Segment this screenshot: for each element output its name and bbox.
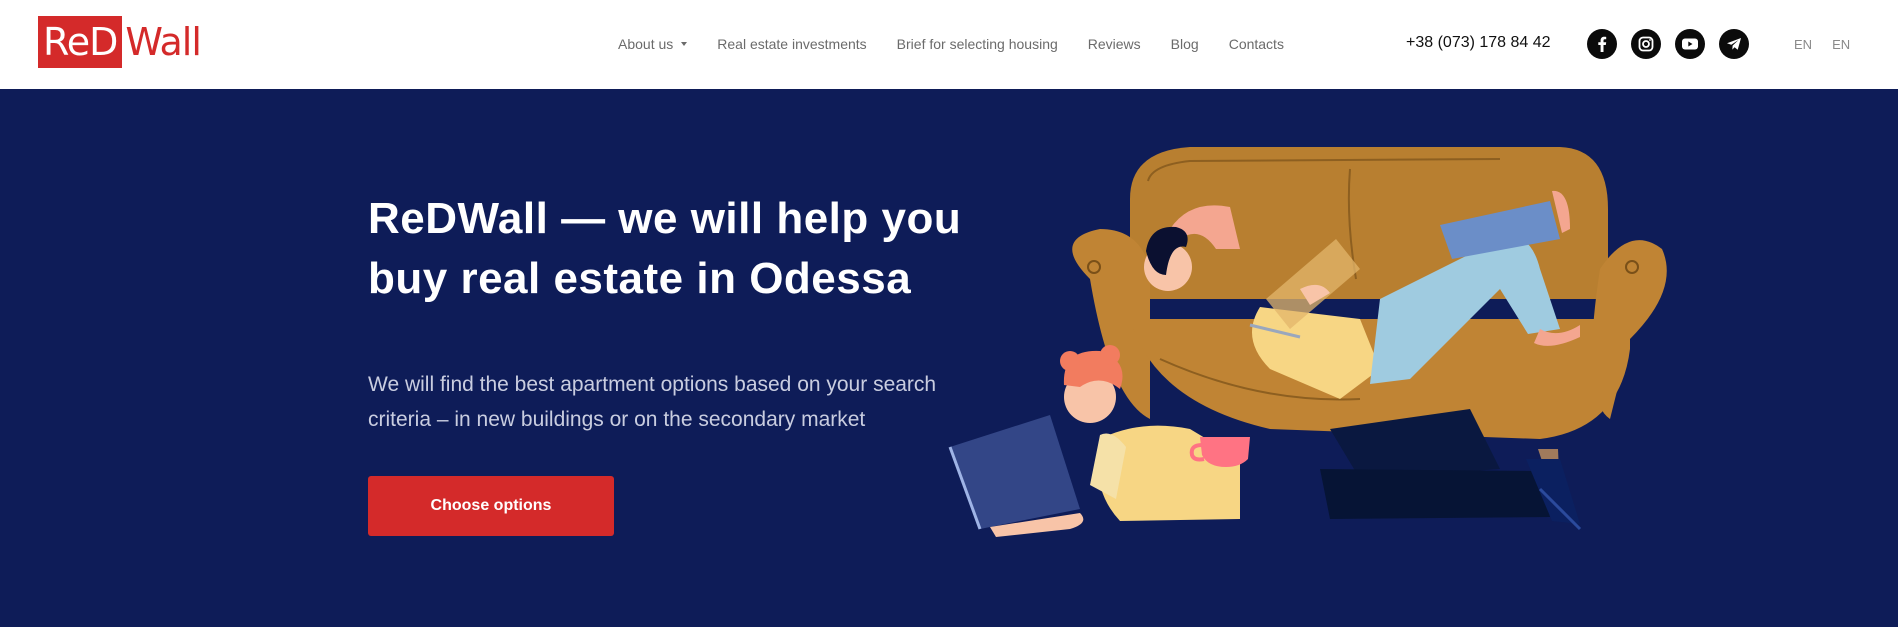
hero-title-line: buy real estate in Odessa	[368, 254, 912, 303]
hero-title: ReDWall — we will help you buy real esta…	[368, 189, 968, 309]
site-header: ReD Wall About us Real estate investment…	[0, 0, 1898, 89]
language-option[interactable]: EN	[1794, 37, 1812, 52]
hero-subtitle-line: criteria – in new buildings or on the se…	[368, 408, 866, 431]
social-links	[1587, 29, 1749, 59]
phone-link[interactable]: +38 (073) 178 84 42	[1406, 34, 1551, 52]
nav-item-contacts[interactable]: Contacts	[1229, 36, 1284, 52]
hero-subtitle-line: We will find the best apartment options …	[368, 373, 937, 396]
hero-subtitle: We will find the best apartment options …	[368, 367, 988, 437]
nav-item-label: Brief for selecting housing	[896, 36, 1058, 52]
nav-item-about-us[interactable]: About us	[618, 36, 688, 52]
couple-on-sofa-illustration	[948, 147, 1667, 537]
chevron-down-icon	[681, 42, 688, 46]
hero-section: ReDWall — we will help you buy real esta…	[0, 89, 1898, 627]
language-switcher: EN EN	[1794, 37, 1850, 52]
choose-options-button[interactable]: Choose options	[368, 476, 614, 536]
main-nav: About us Real estate investments Brief f…	[618, 36, 1284, 52]
nav-item-brief[interactable]: Brief for selecting housing	[897, 36, 1058, 52]
youtube-icon[interactable]	[1675, 29, 1705, 59]
logo[interactable]: ReD Wall	[38, 16, 202, 68]
logo-boxed-text: ReD	[38, 16, 123, 68]
nav-item-label: Reviews	[1087, 36, 1141, 52]
facebook-icon[interactable]	[1587, 29, 1617, 59]
instagram-icon[interactable]	[1631, 29, 1661, 59]
logo-text: Wall	[125, 20, 202, 64]
nav-item-reviews[interactable]: Reviews	[1088, 36, 1141, 52]
nav-item-label: Real estate investments	[717, 36, 867, 52]
nav-item-label: Contacts	[1228, 36, 1284, 52]
language-option[interactable]: EN	[1832, 37, 1850, 52]
nav-item-label: About us	[618, 36, 674, 52]
nav-item-label: Blog	[1170, 36, 1199, 52]
nav-item-real-estate-investments[interactable]: Real estate investments	[717, 36, 866, 52]
nav-item-blog[interactable]: Blog	[1171, 36, 1199, 52]
hero-title-line: ReDWall — we will help you	[368, 194, 962, 243]
telegram-icon[interactable]	[1719, 29, 1749, 59]
